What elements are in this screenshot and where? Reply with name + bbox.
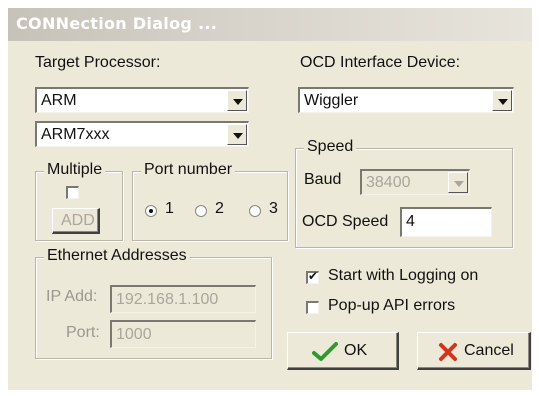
add-button-label: ADD <box>61 212 95 229</box>
speed-label: Speed <box>304 138 357 156</box>
ip-address-label: IP Add: <box>46 288 98 305</box>
chevron-down-icon[interactable] <box>492 90 512 111</box>
chevron-down-icon[interactable] <box>227 124 247 145</box>
popup-errors-label: Pop-up API errors <box>328 297 456 314</box>
ocd-speed-input[interactable]: 4 <box>400 207 492 237</box>
processor-family-select[interactable]: ARM <box>35 87 249 113</box>
title-bar[interactable]: CONNection Dialog ... <box>8 8 532 41</box>
connection-dialog: CONNection Dialog ... Target Processor: … <box>8 8 532 390</box>
ok-button-label: OK <box>344 342 368 359</box>
ocd-interface-label: OCD Interface Device: <box>300 54 461 71</box>
port-radio-2[interactable] <box>195 205 207 217</box>
baud-value: 38400 <box>366 174 411 191</box>
check-icon: ✔ <box>308 269 319 283</box>
ip-address-value: 192.168.1.100 <box>116 291 219 308</box>
speed-group: Speed Baud 38400 OCD Speed 4 <box>295 138 513 248</box>
cancel-button-label: Cancel <box>464 342 514 359</box>
port-radio-1[interactable] <box>145 205 157 217</box>
port-option-1: 1 <box>165 200 174 217</box>
add-button[interactable]: ADD <box>52 208 100 234</box>
multiple-label: Multiple <box>44 161 106 179</box>
ocd-device-select[interactable]: Wiggler <box>298 87 514 113</box>
ethernet-label: Ethernet Addresses <box>44 247 190 265</box>
baud-label: Baud <box>304 171 342 188</box>
baud-select[interactable]: 38400 <box>360 169 470 195</box>
processor-family-value: ARM <box>41 92 77 109</box>
window-title: CONNection Dialog ... <box>16 14 218 33</box>
chevron-down-icon[interactable] <box>448 172 468 193</box>
port-input[interactable]: 1000 <box>110 320 256 348</box>
port-number-label: Port number <box>141 161 236 179</box>
checkmark-icon <box>312 342 338 361</box>
multiple-checkbox[interactable] <box>66 186 79 199</box>
port-label: Port: <box>66 324 100 341</box>
processor-core-select[interactable]: ARM7xxx <box>35 121 249 147</box>
port-radio-3[interactable] <box>249 205 261 217</box>
logging-checkbox[interactable]: ✔ <box>306 269 319 284</box>
target-processor-label: Target Processor: <box>35 54 161 71</box>
ocd-device-value: Wiggler <box>304 92 359 109</box>
ip-address-input[interactable]: 192.168.1.100 <box>110 285 256 313</box>
port-option-3: 3 <box>269 200 278 217</box>
chevron-down-icon[interactable] <box>227 90 247 111</box>
processor-core-value: ARM7xxx <box>41 126 110 143</box>
logging-label: Start with Logging on <box>328 267 479 284</box>
multiple-group: Multiple ADD <box>35 161 123 241</box>
cancel-x-icon <box>439 343 457 361</box>
cancel-button[interactable]: Cancel <box>417 332 531 370</box>
port-number-group: Port number 1 2 3 <box>132 161 288 241</box>
ocd-speed-value: 4 <box>406 213 415 230</box>
port-option-2: 2 <box>215 200 224 217</box>
ethernet-group: Ethernet Addresses IP Add: 192.168.1.100… <box>35 247 272 359</box>
ocd-speed-label: OCD Speed <box>302 213 389 230</box>
port-value: 1000 <box>116 326 152 343</box>
popup-errors-checkbox[interactable] <box>306 301 319 314</box>
ok-button[interactable]: OK <box>287 332 399 370</box>
